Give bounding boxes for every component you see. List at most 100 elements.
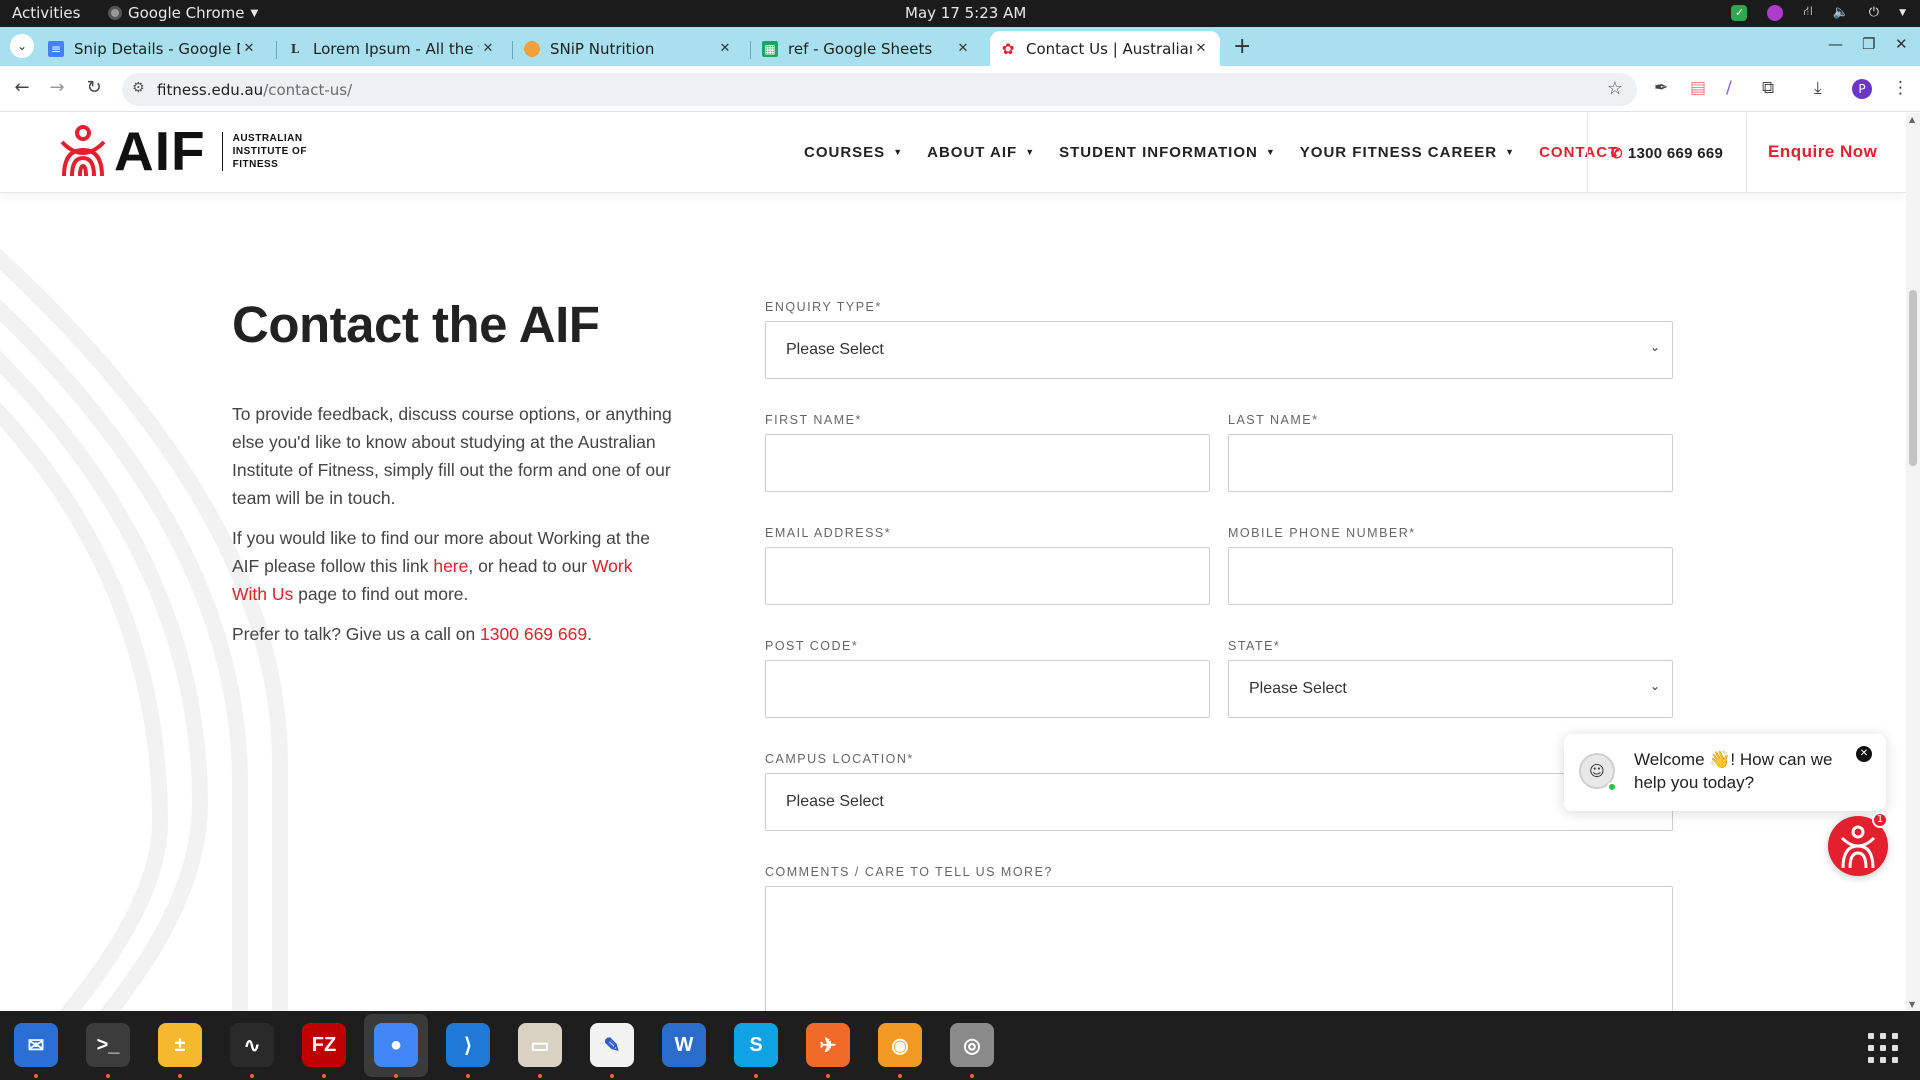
forward-icon[interactable]: →	[45, 77, 69, 98]
campus-select[interactable]: Please Select ⌄	[765, 773, 1673, 831]
tab-search-button[interactable]: ⌄	[10, 34, 34, 58]
reload-icon[interactable]: ↻	[82, 77, 106, 98]
address-bar[interactable]: ⚙ fitness.edu.au/contact-us/ ☆	[122, 73, 1637, 106]
url-text: fitness.edu.au/contact-us/	[157, 81, 353, 99]
first-name-input[interactable]	[765, 434, 1210, 492]
chat-popup[interactable]: ☺ Welcome 👋! How can we help you today? …	[1564, 734, 1886, 811]
system-monitor-icon[interactable]: ∿	[230, 1023, 274, 1067]
tab-title: Snip Details - Google Do	[74, 39, 240, 58]
text-editor-icon[interactable]: ✎	[590, 1023, 634, 1067]
select-value: Please Select	[786, 341, 884, 358]
running-indicator	[610, 1074, 614, 1078]
libreoffice-writer-icon[interactable]: W	[662, 1023, 706, 1067]
tab-snip-details[interactable]: ≡ Snip Details - Google Do ✕	[38, 31, 268, 66]
mobile-input[interactable]	[1228, 547, 1673, 605]
show-apps-grid-icon[interactable]	[1868, 1033, 1898, 1063]
close-window-icon[interactable]: ✕	[1895, 35, 1908, 53]
nav-courses[interactable]: COURSES ▼	[804, 144, 903, 161]
activities-button[interactable]: Activities	[12, 4, 80, 22]
chevron-down-icon[interactable]: ▼	[1899, 8, 1906, 18]
running-indicator	[34, 1074, 38, 1078]
tab-snip-nutrition[interactable]: SNiP Nutrition ✕	[514, 31, 744, 66]
new-tab-button[interactable]: +	[1233, 34, 1251, 59]
app-indicator-icon[interactable]	[1767, 4, 1784, 21]
eyedropper-extension-icon[interactable]: ✒	[1654, 78, 1668, 98]
close-icon[interactable]: ✕	[479, 41, 497, 56]
vscode-icon[interactable]: ⟩	[446, 1023, 490, 1067]
state-label: STATE*	[1228, 639, 1281, 653]
minimize-icon[interactable]: —	[1828, 35, 1843, 53]
page-scrollbar[interactable]: ▲ ▼	[1906, 113, 1920, 1011]
chrome-icon[interactable]: ●	[374, 1023, 418, 1067]
here-link[interactable]: here	[433, 556, 468, 576]
last-name-input[interactable]	[1228, 434, 1673, 492]
main-nav: COURSES ▼ ABOUT AIF ▼ STUDENT INFORMATION ▼…	[804, 144, 1642, 161]
enquiry-type-select[interactable]: Please Select ⌄	[765, 321, 1673, 379]
blender-like-icon[interactable]: ◉	[878, 1023, 922, 1067]
last-name-field: LAST NAME*	[1228, 413, 1673, 492]
download-icon[interactable]: ⤓	[1814, 78, 1822, 98]
back-icon[interactable]: ←	[10, 77, 34, 98]
system-top-bar: Activities Google Chrome ▼ May 17 5:23 A…	[0, 0, 1920, 27]
postman-icon[interactable]: ✈	[806, 1023, 850, 1067]
running-indicator	[538, 1074, 542, 1078]
comments-label: COMMENTS / CARE TO TELL US MORE?	[765, 865, 1053, 879]
power-icon[interactable]: ⏻	[1869, 5, 1879, 20]
post-code-input[interactable]	[765, 660, 1210, 718]
filezilla-icon[interactable]: FZ	[302, 1023, 346, 1067]
thunderbird-icon[interactable]: ✉	[14, 1023, 58, 1067]
menu-kebab-icon[interactable]: ⋮	[1892, 78, 1909, 98]
tab-contact-us[interactable]: ✿ Contact Us | Australian In ✕	[990, 31, 1220, 66]
tab-strip: ⌄ ≡ Snip Details - Google Do ✕ L Lorem I…	[0, 27, 1920, 66]
clock[interactable]: May 17 5:23 AM	[905, 4, 1026, 22]
files-icon[interactable]: ▭	[518, 1023, 562, 1067]
system-tray[interactable]: ✓ ⛙ 🔈 ⏻ ▼	[1731, 4, 1906, 21]
webpage: AIF AUSTRALIAN INSTITUTE OF FITNESS COUR…	[0, 113, 1906, 1011]
close-icon[interactable]: ✕	[240, 41, 258, 56]
site-info-icon[interactable]: ⚙	[132, 80, 145, 96]
logo-subtitle: AUSTRALIAN INSTITUTE OF FITNESS	[221, 131, 307, 171]
volume-icon[interactable]: 🔈	[1833, 5, 1849, 20]
running-indicator	[250, 1074, 254, 1078]
first-name-field: FIRST NAME*	[765, 413, 1210, 492]
mobile-field: MOBILE PHONE NUMBER*	[1228, 526, 1673, 605]
maximize-icon[interactable]: ❐	[1862, 35, 1875, 53]
comments-textarea[interactable]	[765, 886, 1673, 1011]
running-indicator	[826, 1074, 830, 1078]
header-phone-link[interactable]: ✆ 1300 669 669	[1587, 113, 1747, 193]
tab-lorem-ipsum[interactable]: L Lorem Ipsum - All the fac ✕	[277, 31, 507, 66]
post-code-field: POST CODE*	[765, 639, 1210, 718]
nav-about-aif[interactable]: ABOUT AIF ▼	[927, 144, 1035, 161]
close-icon[interactable]: ✕	[1192, 41, 1210, 56]
disk-icon[interactable]: ◎	[950, 1023, 994, 1067]
tab-google-sheets[interactable]: ▦ ref - Google Sheets ✕	[752, 31, 982, 66]
first-name-label: FIRST NAME*	[765, 413, 862, 427]
nav-student-information[interactable]: STUDENT INFORMATION ▼	[1059, 144, 1276, 161]
running-indicator	[754, 1074, 758, 1078]
skype-icon[interactable]: S	[734, 1023, 778, 1067]
scroll-down-icon: ▼	[1909, 1000, 1916, 1009]
extensions-puzzle-icon[interactable]: ⧉	[1762, 78, 1774, 98]
bookmark-star-icon[interactable]: ☆	[1607, 78, 1623, 99]
state-select[interactable]: Please Select ⌄	[1228, 660, 1673, 718]
campus-label: CAMPUS LOCATION*	[765, 752, 914, 766]
call-paragraph: Prefer to talk? Give us a call on 1300 6…	[232, 624, 592, 644]
close-icon[interactable]: ✕	[954, 41, 972, 56]
calculator-icon[interactable]: ±	[158, 1023, 202, 1067]
network-icon[interactable]: ⛙	[1803, 4, 1812, 21]
nav-your-fitness-career[interactable]: YOUR FITNESS CAREER ▼	[1300, 144, 1515, 161]
email-input[interactable]	[765, 547, 1210, 605]
shield-check-icon[interactable]: ✓	[1731, 4, 1748, 21]
browser-toolbar: ← → ↻ ⚙ fitness.edu.au/contact-us/ ☆ ✒ ▤…	[0, 66, 1920, 112]
calendar-extension-icon[interactable]: ▤	[1690, 78, 1706, 98]
app-menu[interactable]: Google Chrome ▼	[108, 4, 258, 22]
close-icon[interactable]: ✕	[1856, 746, 1872, 762]
enquire-now-button[interactable]: Enquire Now	[1768, 142, 1877, 162]
close-icon[interactable]: ✕	[716, 41, 734, 56]
terminal-icon[interactable]: >_	[86, 1023, 130, 1067]
scrollbar-thumb[interactable]	[1909, 290, 1917, 466]
aif-logo[interactable]: AIF AUSTRALIAN INSTITUTE OF FITNESS	[58, 124, 307, 179]
phone-link[interactable]: 1300 669 669	[480, 624, 587, 644]
profile-avatar[interactable]: P	[1852, 79, 1872, 99]
pen-extension-icon[interactable]: ∕	[1726, 78, 1732, 98]
